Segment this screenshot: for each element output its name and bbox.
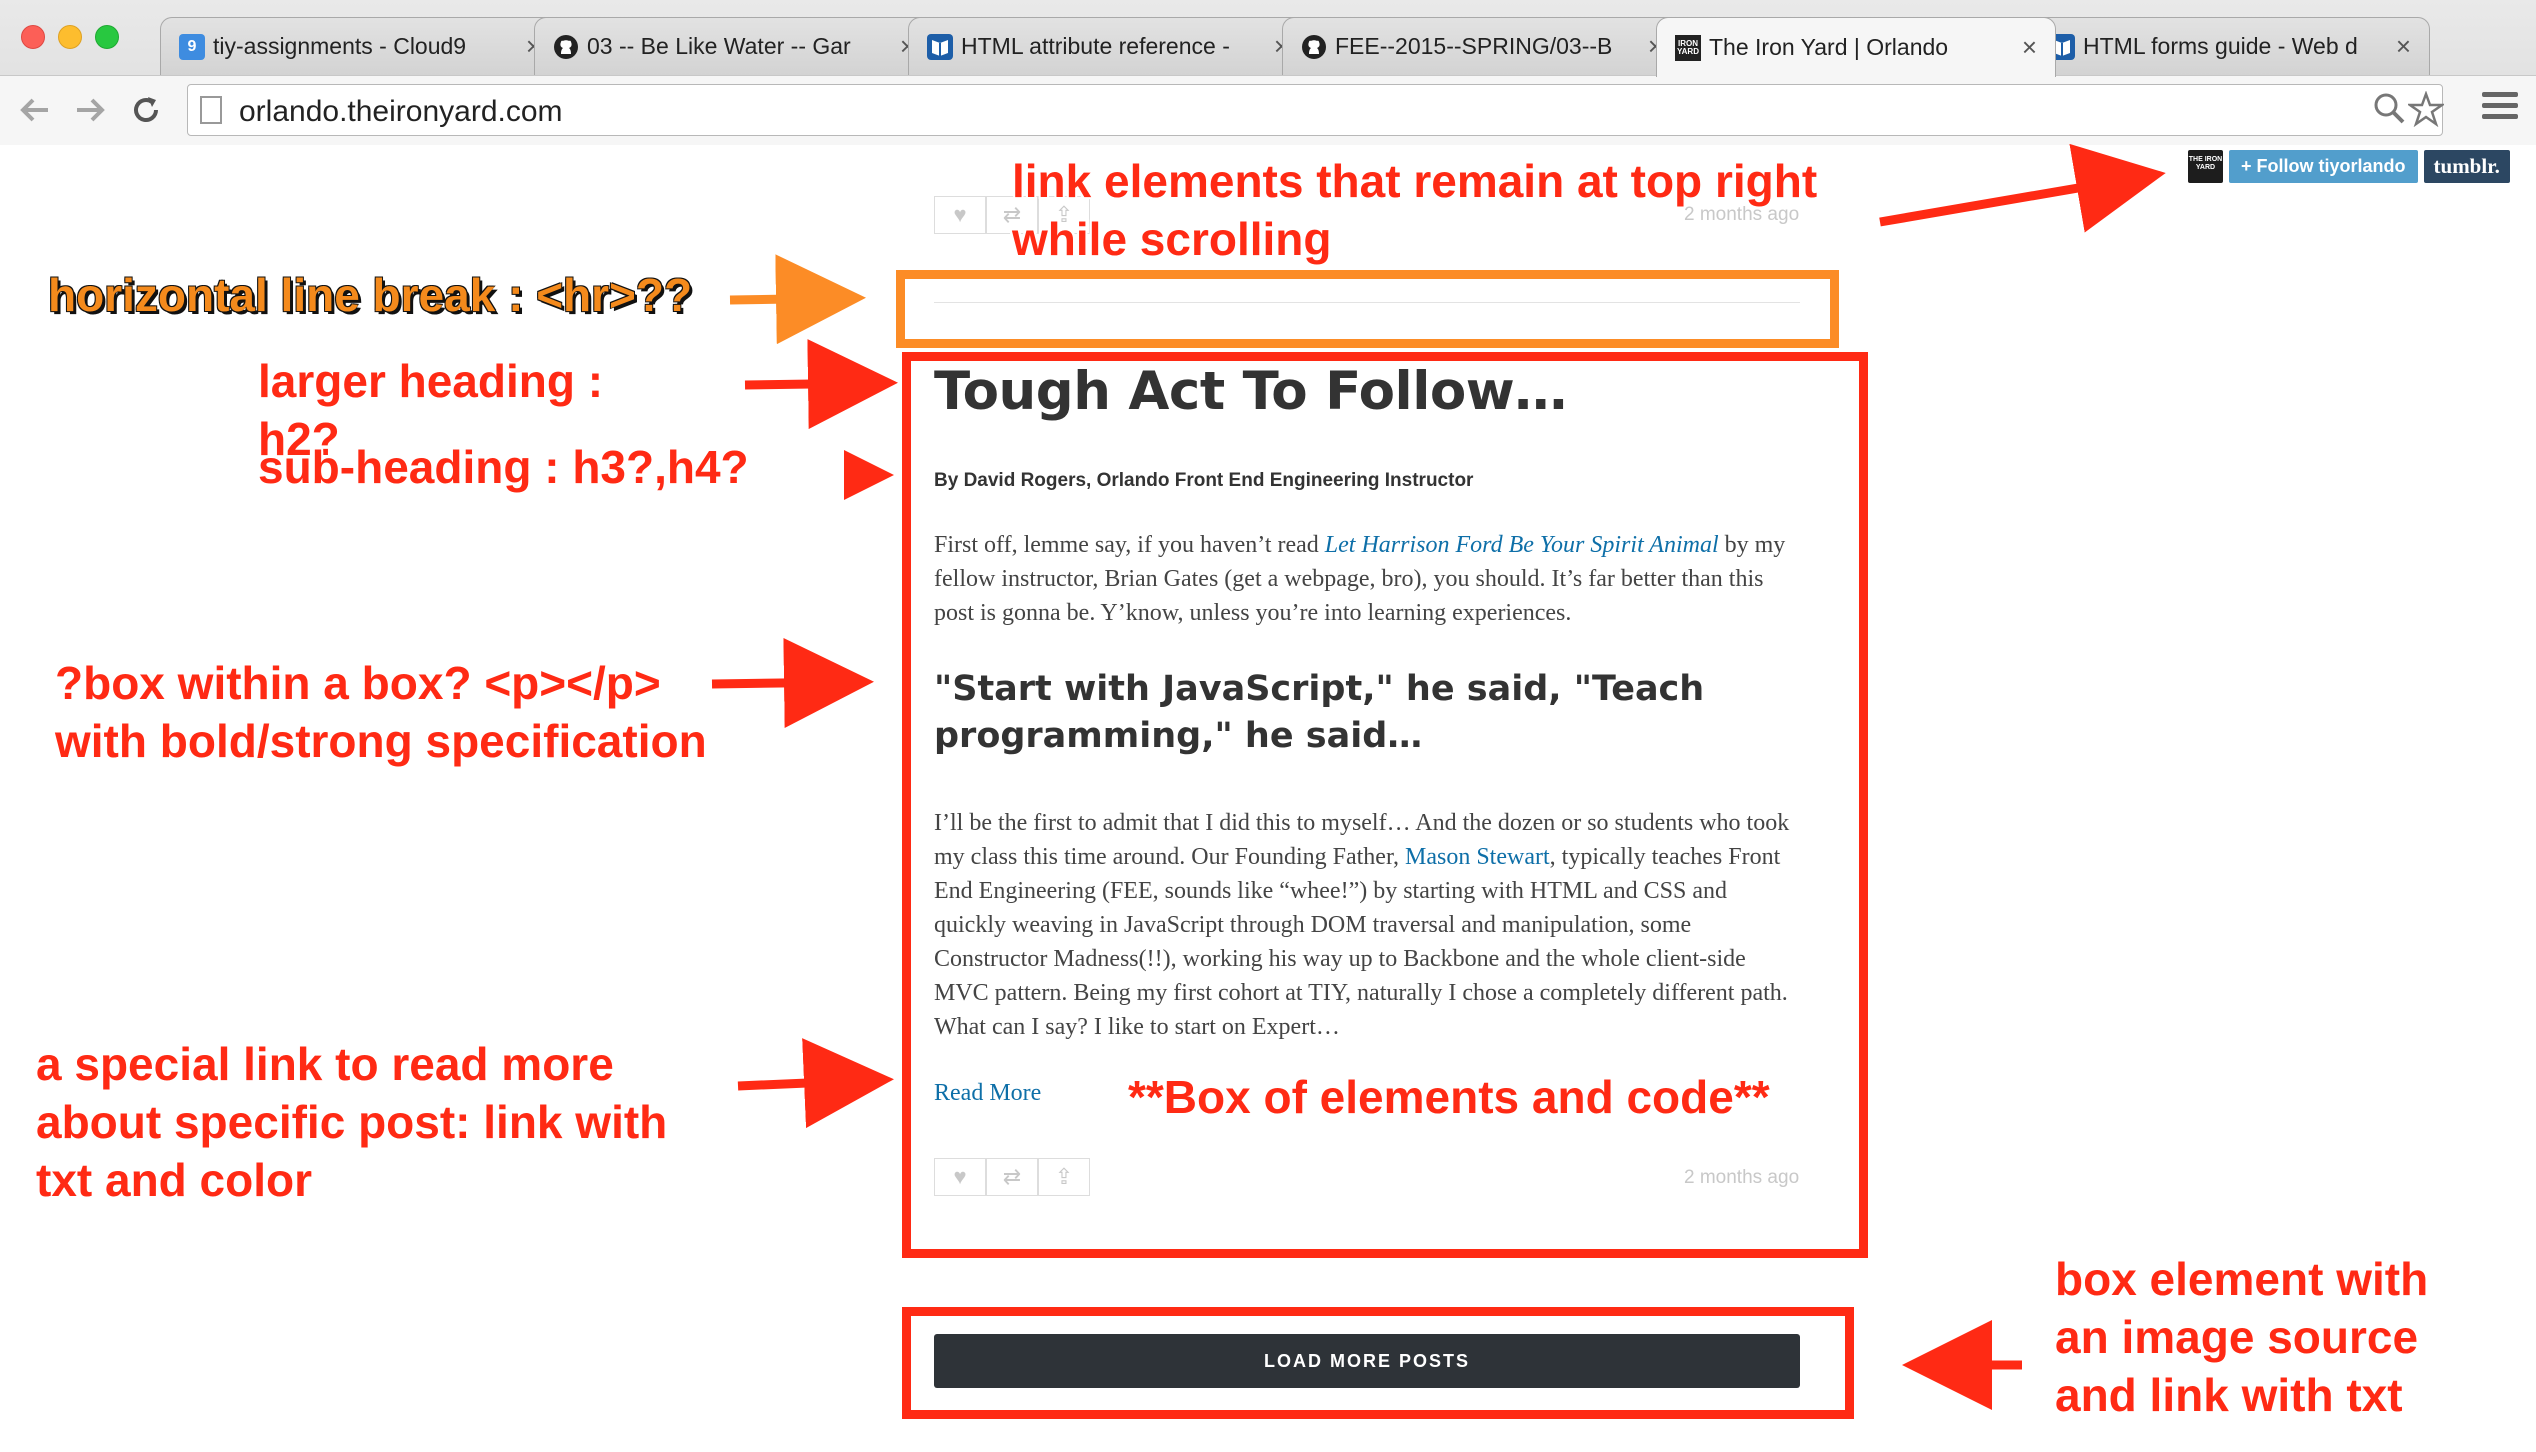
github-icon	[553, 34, 579, 60]
annotation-line: box element with	[2055, 1253, 2429, 1305]
tab-close-icon[interactable]: ×	[2022, 32, 2037, 63]
iron-yard-logo[interactable]: THE IRON YARD	[2188, 150, 2223, 183]
tab-title: The Iron Yard | Orlando	[1709, 34, 1949, 60]
tab-title: HTML attribute reference -	[961, 33, 1230, 59]
menu-icon[interactable]	[2482, 92, 2518, 128]
page-icon	[200, 96, 222, 124]
tumblr-logo-button[interactable]: tumblr.	[2423, 150, 2510, 183]
tab-title: FEE--2015--SPRING/03--B	[1335, 33, 1613, 59]
tab-cloud9[interactable]: 9 tiy-assignments - Cloud9 ×	[160, 17, 560, 75]
reload-icon[interactable]	[126, 90, 166, 130]
tab-close-icon[interactable]: ×	[2396, 31, 2411, 62]
tab-fee-spring[interactable]: FEE--2015--SPRING/03--B ×	[1282, 17, 1682, 75]
annotation-read-more: a special link to read more about specif…	[36, 1035, 667, 1209]
annotation-line: while scrolling	[1012, 213, 1332, 265]
tab-html-attribute-reference[interactable]: HTML attribute reference - ×	[908, 17, 1308, 75]
tab-html-forms-guide[interactable]: HTML forms guide - Web d ×	[2030, 17, 2430, 75]
like-icon[interactable]: ♥	[934, 196, 986, 234]
annotation-subheading: sub-heading : h3?,h4?	[258, 441, 749, 493]
github-icon	[1301, 34, 1327, 60]
annotation-line: txt and color	[36, 1154, 313, 1206]
minimize-window-button[interactable]	[58, 25, 82, 49]
search-icon[interactable]	[2372, 91, 2406, 134]
tab-title: 03 -- Be Like Water -- Gar	[587, 33, 851, 59]
cloud9-icon: 9	[179, 33, 205, 60]
tab-iron-yard-orlando[interactable]: IRON YARD The Iron Yard | Orlando ×	[1656, 17, 2056, 77]
follow-button[interactable]: + Follow tiyorlando	[2229, 150, 2418, 183]
annotation-line: a special link to read more	[36, 1038, 614, 1090]
annotation-line: larger heading :	[258, 355, 604, 407]
browser-chrome: 9 tiy-assignments - Cloud9 × 03 -- Be Li…	[0, 0, 2536, 145]
annotation-box-in-box: ?box within a box? <p></p> with bold/str…	[55, 654, 707, 770]
maximize-window-button[interactable]	[95, 25, 119, 49]
tab-strip: 9 tiy-assignments - Cloud9 × 03 -- Be Li…	[150, 17, 2530, 77]
browser-toolbar: orlando.theironyard.com	[0, 75, 2536, 145]
annotation-line: and link with txt	[2055, 1369, 2403, 1421]
bookmark-star-icon[interactable]	[2406, 90, 2446, 136]
tab-be-like-water[interactable]: 03 -- Be Like Water -- Gar ×	[534, 17, 934, 75]
annotation-line: about specific post: link with	[36, 1096, 668, 1148]
annotation-line: ?box within a box? <p></p>	[55, 657, 661, 709]
back-arrow-icon[interactable]	[15, 90, 55, 130]
ironyard-icon: IRON YARD	[1675, 34, 1701, 61]
annotation-line: link elements that remain at top right	[1012, 155, 1818, 207]
url-text[interactable]: orlando.theironyard.com	[239, 95, 563, 129]
tab-title: HTML forms guide - Web d	[2083, 33, 2358, 59]
forward-arrow-icon[interactable]	[70, 90, 110, 130]
annotation-top-right-links: link elements that remain at top right w…	[1012, 152, 1817, 268]
annotation-line: with bold/strong specification	[55, 715, 707, 767]
annotation-image-box: box element with an image source and lin…	[2055, 1250, 2428, 1424]
tumblr-controls: THE IRON YARD + Follow tiyorlando tumblr…	[2188, 150, 2510, 183]
annotation-line: an image source	[2055, 1311, 2419, 1363]
annotation-box-hr	[896, 270, 1839, 348]
close-window-button[interactable]	[21, 25, 45, 49]
address-bar[interactable]: orlando.theironyard.com	[187, 84, 2446, 136]
tab-title: tiy-assignments - Cloud9	[213, 33, 467, 59]
mdn-icon	[927, 33, 953, 60]
annotation-box-elements: **Box of elements and code**	[1128, 1071, 1770, 1123]
annotation-hr: horizontal line break : <hr>??	[48, 269, 693, 321]
annotation-box-load-more	[902, 1307, 1854, 1419]
